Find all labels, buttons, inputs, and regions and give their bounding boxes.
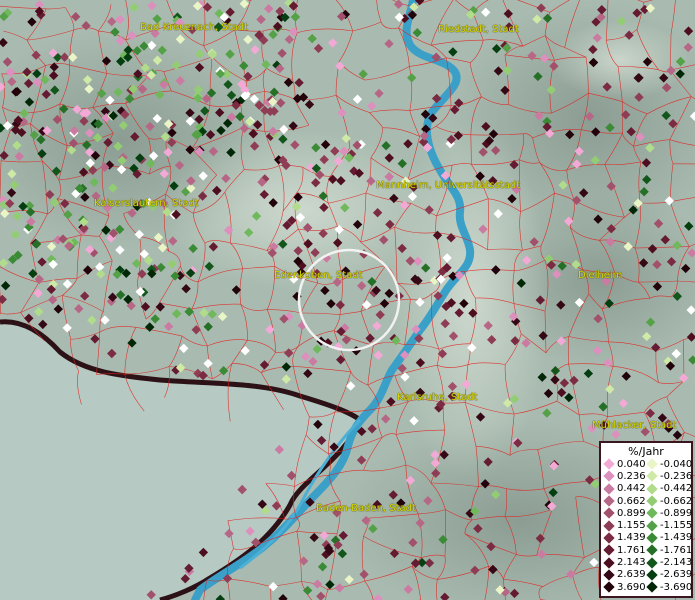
subsidence-map[interactable]: Bad Kreuznach, Stadt Riedstadt, Stadt Mann… — [0, 0, 695, 600]
legend-entry: -1.761 — [646, 544, 693, 556]
legend-entry: 0.662 — [603, 495, 646, 507]
city-label-karlsruhe: Karlsruhe, Stadt — [397, 392, 478, 403]
city-label-dielheim: Dielheim — [578, 270, 623, 281]
legend-swatch — [603, 556, 615, 569]
legend: %/Jahr 0.040 0.236 0.442 0.662 0.899 1.155 1.4… — [599, 441, 693, 598]
legend-value: -1.155 — [660, 520, 693, 532]
legend-entry: 2.639 — [603, 569, 646, 581]
legend-value: -0.236 — [660, 470, 693, 482]
legend-value: 0.040 — [617, 458, 646, 470]
legend-entry: 0.040 — [603, 458, 646, 470]
selection-circle[interactable] — [297, 248, 401, 352]
legend-entry: -3.690 — [646, 581, 693, 593]
legend-swatch — [603, 544, 615, 556]
legend-swatch — [603, 519, 615, 532]
city-label-kaiserslautern: Kaiserslautern, Stadt — [94, 198, 199, 209]
legend-swatch — [646, 458, 658, 470]
legend-positive-column: 0.040 0.236 0.442 0.662 0.899 1.155 1.439 1.761… — [603, 458, 646, 593]
legend-swatch — [646, 569, 658, 581]
legend-entry: -0.899 — [646, 507, 693, 519]
city-label-baden-baden: Baden-Baden, Stadt — [316, 503, 416, 514]
legend-value: 1.761 — [617, 544, 646, 556]
legend-title: %/Jahr — [628, 445, 664, 458]
legend-value: 0.236 — [617, 470, 646, 482]
legend-swatch — [603, 495, 615, 507]
legend-value: 3.690 — [617, 581, 646, 593]
legend-entry: -1.439 — [646, 532, 693, 544]
city-label-muehlacker: Mühlacker, Stadt — [592, 420, 677, 431]
legend-entry: -0.040 — [646, 458, 693, 470]
legend-value: 1.155 — [617, 520, 646, 532]
legend-swatch — [646, 581, 658, 593]
legend-value: -0.899 — [660, 507, 693, 519]
legend-negative-column: -0.040 -0.236 -0.442 -0.662 -0.899 -1.155 -1.4… — [646, 458, 693, 593]
legend-value: -0.442 — [660, 483, 693, 495]
legend-entry: 1.155 — [603, 519, 646, 532]
legend-entry: 3.690 — [603, 581, 646, 593]
legend-swatch — [603, 532, 615, 544]
legend-swatch — [646, 483, 658, 495]
legend-swatch — [646, 532, 658, 544]
legend-value: -3.690 — [660, 581, 693, 593]
legend-swatch — [646, 470, 658, 483]
city-label-edenkoben: Edenkoben, Stadt — [274, 270, 363, 281]
legend-swatch — [603, 581, 615, 593]
legend-value: -2.639 — [660, 569, 693, 581]
legend-swatch — [603, 569, 615, 581]
legend-value: 1.439 — [617, 532, 646, 544]
legend-swatch — [646, 556, 658, 569]
legend-entry: -2.639 — [646, 569, 693, 581]
city-label-mannheim: Mannheim, Universitätsstadt — [376, 180, 521, 191]
legend-entry: 2.143 — [603, 556, 646, 569]
city-label-riedstadt: Riedstadt, Stadt — [438, 24, 519, 35]
legend-value: -1.761 — [660, 544, 693, 556]
legend-swatch — [646, 544, 658, 556]
legend-entry: -0.662 — [646, 495, 693, 507]
legend-entry: 1.761 — [603, 544, 646, 556]
legend-swatch — [603, 507, 615, 519]
legend-entry: 0.899 — [603, 507, 646, 519]
legend-swatch — [646, 519, 658, 532]
legend-swatch — [603, 483, 615, 495]
legend-entry: 1.439 — [603, 532, 646, 544]
legend-value: -1.439 — [660, 532, 693, 544]
legend-entry: -1.155 — [646, 519, 693, 532]
legend-value: 2.639 — [617, 569, 646, 581]
legend-entry: 0.236 — [603, 470, 646, 483]
legend-entry: -2.143 — [646, 556, 693, 569]
legend-entry: 0.442 — [603, 483, 646, 495]
legend-swatch — [646, 507, 658, 519]
legend-swatch — [603, 458, 615, 470]
legend-value: -2.143 — [660, 557, 693, 569]
legend-entry: -0.236 — [646, 470, 693, 483]
legend-entry: -0.442 — [646, 483, 693, 495]
legend-value: 0.442 — [617, 483, 646, 495]
legend-value: -0.662 — [660, 495, 693, 507]
legend-value: 2.143 — [617, 557, 646, 569]
legend-value: 0.899 — [617, 507, 646, 519]
legend-swatch — [603, 470, 615, 483]
legend-swatch — [646, 495, 658, 507]
city-label-bad-kreuznach: Bad Kreuznach, Stadt — [140, 22, 249, 33]
legend-value: 0.662 — [617, 495, 646, 507]
legend-value: -0.040 — [660, 458, 693, 470]
